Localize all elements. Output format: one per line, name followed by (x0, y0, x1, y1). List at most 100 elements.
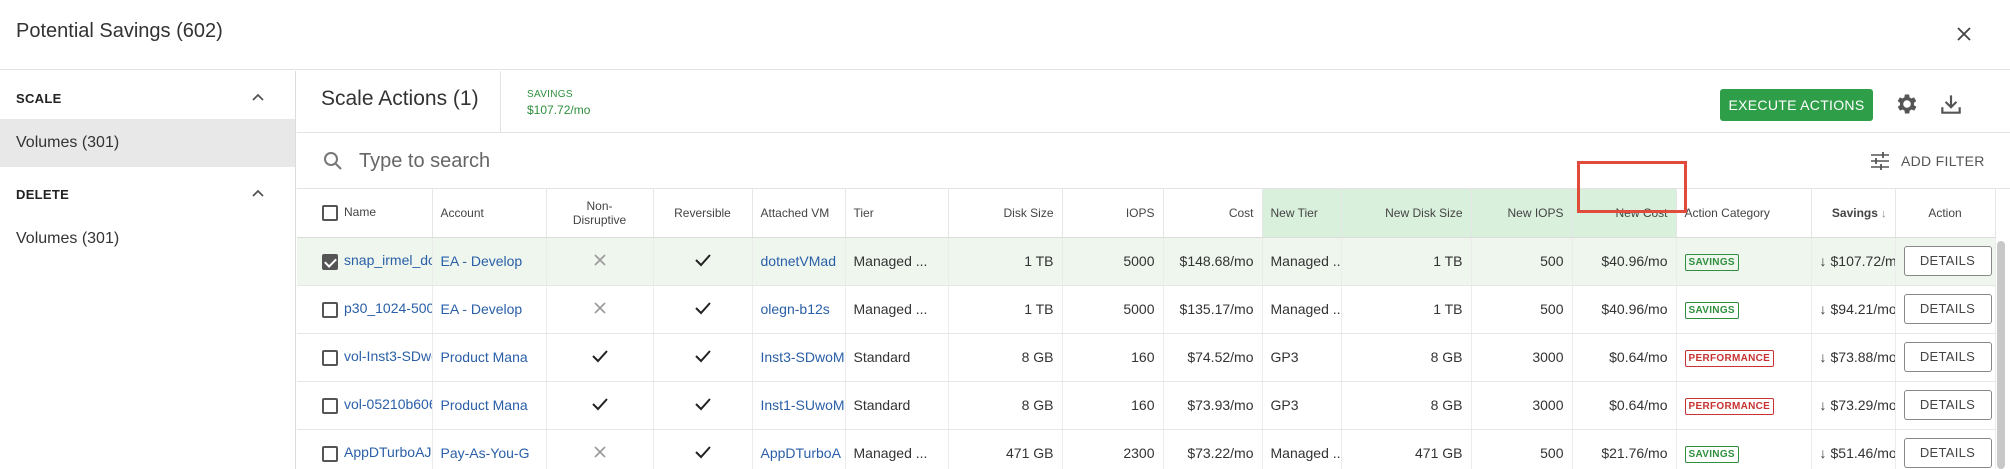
arrow-down-icon: ↓ (1819, 445, 1827, 461)
download-icon[interactable] (1938, 91, 1964, 117)
category-badge: PERFORMANCE (1684, 349, 1775, 367)
column-header-action-category[interactable]: Action Category (1676, 189, 1812, 238)
row-checkbox[interactable] (322, 301, 338, 318)
column-header-savings[interactable]: Savings ↓ (1811, 189, 1896, 238)
select-all-checkbox[interactable] (322, 204, 338, 221)
savings-value: $94.21/mo (1830, 301, 1895, 317)
sidebar-item-delete-volumes[interactable]: Volumes (301) (0, 215, 295, 263)
column-header-iops[interactable]: IOPS (1062, 189, 1164, 238)
category-badge: SAVINGS (1684, 301, 1739, 319)
savings-cell: ↓ $94.21/mo (1811, 285, 1896, 334)
disk-size-cell: 8 GB (948, 333, 1063, 382)
account-link[interactable]: Product Mana (432, 333, 547, 382)
column-header-reversible[interactable]: Reversible (653, 189, 753, 238)
select-all-header: Name (297, 189, 433, 238)
savings-value: $107.72/m (1830, 253, 1895, 269)
action-cell: DETAILS (1895, 333, 1996, 382)
details-button[interactable]: DETAILS (1903, 294, 1992, 324)
details-button[interactable]: DETAILS (1903, 342, 1992, 372)
search-input[interactable] (359, 143, 1559, 179)
action-category-cell: PERFORMANCE (1676, 333, 1812, 382)
attached-vm-link[interactable]: Inst3-SDwoM (752, 333, 846, 382)
attached-vm-link[interactable]: AppDTurboA (752, 429, 846, 469)
add-filter-button[interactable]: ADD FILTER (1901, 153, 1985, 169)
row-checkbox[interactable] (322, 349, 338, 366)
sidebar-item-scale-volumes[interactable]: Volumes (301) (0, 119, 295, 167)
column-header-tier[interactable]: Tier (845, 189, 949, 238)
chevron-up-icon[interactable] (248, 87, 268, 107)
check-icon (653, 381, 753, 430)
column-header-new-iops[interactable]: New IOPS (1471, 189, 1573, 238)
savings-header-text: Savings (1831, 205, 1878, 220)
attached-vm-link[interactable]: olegn-b12s (752, 285, 846, 334)
action-category-cell: SAVINGS (1676, 237, 1812, 286)
arrow-down-icon: ↓ (1819, 253, 1827, 269)
volume-name-link[interactable]: p30_1024-5000- (344, 300, 431, 316)
filter-sliders-icon[interactable] (1869, 150, 1891, 172)
column-header-name[interactable]: Name (344, 205, 376, 219)
table-row[interactable]: vol-Inst3-SDwoMProduct Mana Inst3-SDwoMSt… (297, 333, 1996, 382)
iops-cell: 2300 (1062, 429, 1164, 469)
main-header: Scale Actions (1) SAVINGS $107.72/mo EXE… (297, 71, 2010, 133)
column-header-cost[interactable]: Cost (1163, 189, 1263, 238)
column-header-new-cost[interactable]: New Cost (1572, 189, 1677, 238)
volume-name-link[interactable]: vol-05210b606b (344, 396, 431, 412)
sort-desc-icon[interactable]: ↓ (1878, 208, 1887, 220)
table-row[interactable]: AppDTurboAJNvPay-As-You-GAppDTurboAManag… (297, 429, 1996, 469)
details-button[interactable]: DETAILS (1903, 246, 1992, 276)
column-header-account[interactable]: Account (432, 189, 547, 238)
scrollbar-thumb[interactable] (1997, 241, 2005, 469)
table-row[interactable]: p30_1024-5000-EA - Develop olegn-b12s Mana… (297, 285, 1996, 334)
non-disruptive-header-text: Non- Disruptive (572, 198, 627, 227)
tier-cell: Managed ... (845, 237, 949, 286)
new-disk-size-cell: 471 GB (1341, 429, 1472, 469)
gear-icon[interactable] (1894, 91, 1920, 117)
divider (500, 71, 501, 133)
volume-name-link[interactable]: vol-Inst3-SDwoM (344, 348, 431, 364)
column-header-attached-vm[interactable]: Attached VM (752, 189, 846, 238)
account-link[interactable]: Product Mana (432, 381, 547, 430)
volume-name-link[interactable]: AppDTurboAJNv (344, 444, 431, 460)
x-icon (546, 285, 654, 334)
attached-vm-link[interactable]: dotnetVMad (752, 237, 846, 286)
account-link[interactable]: EA - Develop (432, 285, 547, 334)
action-category-cell: SAVINGS (1676, 429, 1812, 469)
tier-cell: Standard (845, 381, 949, 430)
table-scrollbar[interactable] (1995, 237, 2007, 469)
table-row[interactable]: vol-05210b606bProduct Mana Inst1-SUwoMSta… (297, 381, 1996, 430)
details-button[interactable]: DETAILS (1903, 438, 1992, 468)
x-icon (546, 429, 654, 469)
modal-title: Potential Savings (602) (16, 20, 223, 42)
savings-cell: ↓ $51.46/mo (1811, 429, 1896, 469)
volume-name-link[interactable]: snap_irmel_dotn (344, 252, 431, 268)
column-header-non-disruptive[interactable]: Non- Disruptive (546, 189, 654, 238)
new-iops-cell: 3000 (1471, 381, 1573, 430)
attached-vm-link[interactable]: Inst1-SUwoM (752, 381, 846, 430)
savings-value: $73.29/mo (1830, 397, 1895, 413)
close-icon[interactable] (1948, 18, 1980, 50)
cost-cell: $135.17/mo (1163, 285, 1263, 334)
column-header-disk-size[interactable]: Disk Size (948, 189, 1063, 238)
sidebar-section-scale[interactable]: SCALE (0, 71, 295, 119)
sidebar-section-delete[interactable]: DELETE (0, 167, 295, 215)
savings-cell: ↓ $73.88/mo (1811, 333, 1896, 382)
column-header-new-tier[interactable]: New Tier (1262, 189, 1342, 238)
row-checkbox[interactable] (322, 253, 338, 270)
main-panel: Scale Actions (1) SAVINGS $107.72/mo EXE… (297, 71, 2010, 469)
account-link[interactable]: Pay-As-You-G (432, 429, 547, 469)
execute-actions-button[interactable]: EXECUTE ACTIONS (1720, 89, 1873, 121)
account-link[interactable]: EA - Develop (432, 237, 547, 286)
arrow-down-icon: ↓ (1819, 349, 1827, 365)
column-header-new-disk-size[interactable]: New Disk Size (1341, 189, 1472, 238)
row-checkbox[interactable] (322, 397, 338, 414)
details-button[interactable]: DETAILS (1903, 390, 1992, 420)
chevron-up-icon[interactable] (248, 183, 268, 203)
search-icon (324, 152, 342, 170)
iops-cell: 160 (1062, 381, 1164, 430)
new-cost-cell: $0.64/mo (1572, 381, 1677, 430)
table-row[interactable]: snap_irmel_dotnEA - Develop dotnetVMadMan… (297, 237, 1996, 286)
new-tier-cell: Managed ... (1262, 285, 1342, 334)
sidebar-section-label: DELETE (16, 187, 70, 202)
row-checkbox[interactable] (322, 445, 338, 462)
new-tier-cell: GP3 (1262, 381, 1342, 430)
